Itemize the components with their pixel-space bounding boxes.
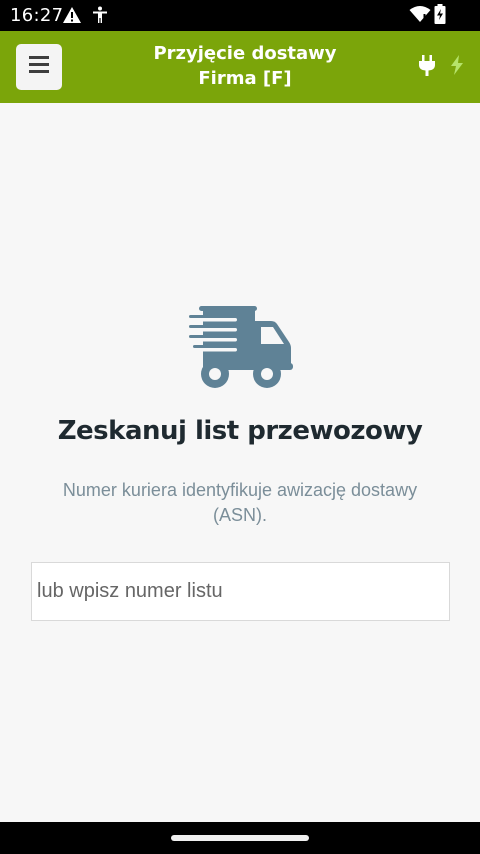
- wifi-icon: [409, 5, 431, 28]
- status-time: 16:27: [10, 5, 64, 26]
- menu-button[interactable]: [16, 44, 62, 90]
- status-bar: 16:27: [0, 0, 480, 31]
- plug-icon: [418, 55, 436, 82]
- app-header: Przyjęcie dostawy Firma [F]: [0, 31, 480, 103]
- accessibility-icon: [92, 6, 108, 29]
- scan-heading: Zeskanuj list przewozowy: [57, 416, 423, 446]
- system-nav-bar: [0, 822, 480, 854]
- header-title: Przyjęcie dostawy: [153, 43, 337, 64]
- waybill-number-input[interactable]: [31, 562, 450, 621]
- battery-charging-icon: [434, 4, 446, 29]
- bolt-icon: [450, 55, 464, 80]
- scan-description: Numer kuriera identyfikuje awizację dost…: [62, 480, 418, 525]
- warning-icon: [62, 6, 82, 29]
- hamburger-icon: [29, 56, 49, 78]
- delivery-truck-icon: [189, 306, 293, 393]
- header-subtitle: Firma [F]: [198, 68, 292, 89]
- home-gesture-handle[interactable]: [171, 835, 309, 841]
